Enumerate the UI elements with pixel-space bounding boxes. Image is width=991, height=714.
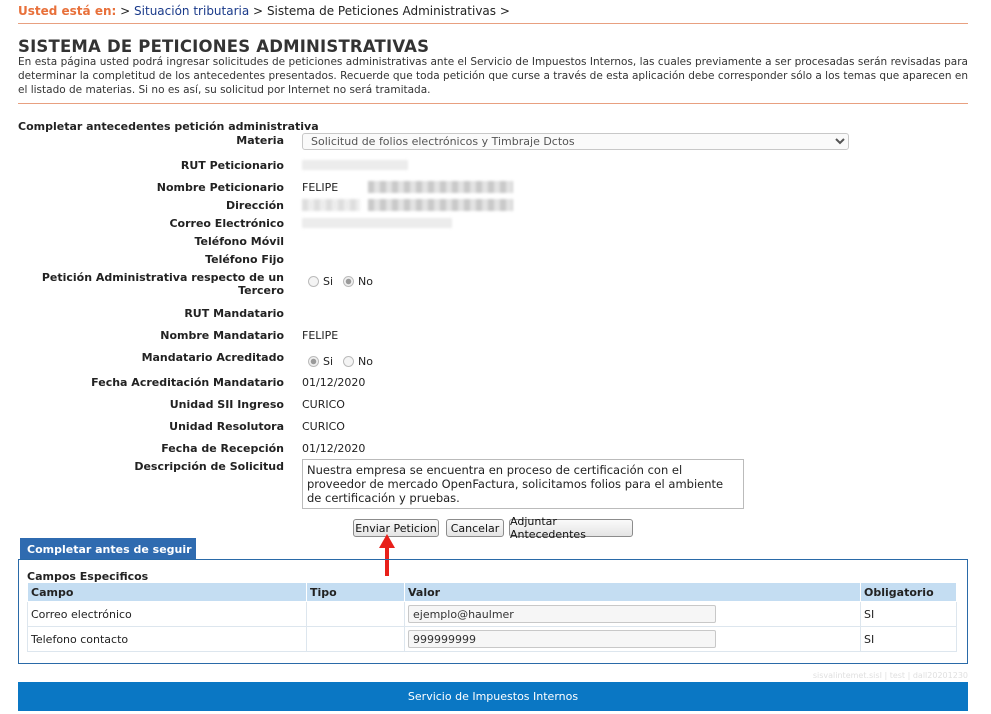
- direccion-label: Dirección: [226, 199, 284, 212]
- materia-select[interactable]: Solicitud de folios electrónicos y Timbr…: [302, 133, 849, 150]
- valor-cell: [404, 626, 861, 652]
- tab-completar-antes-de-seguir[interactable]: Completar antes de seguir: [20, 538, 196, 560]
- campo-cell: Correo electrónico: [27, 601, 307, 627]
- footer-bar: Servicio de Impuestos Internos: [18, 682, 968, 711]
- direccion-redacted-2: [368, 199, 513, 211]
- table-row: Correo electrónico SI: [27, 601, 957, 627]
- correo-label: Correo Electrónico: [169, 217, 284, 230]
- descripcion-textarea[interactable]: Nuestra empresa se encuentra en proceso …: [302, 459, 744, 509]
- obligatorio-cell: SI: [860, 626, 957, 652]
- adjuntar-antecedentes-button[interactable]: Adjuntar Antecedentes: [509, 515, 633, 541]
- nombre-peticionario-redacted: [368, 181, 513, 193]
- fecha-acreditacion-value: 01/12/2020: [302, 376, 366, 389]
- tercero-radio-no-label: No: [358, 275, 374, 288]
- tercero-label-line2: Tercero: [238, 284, 284, 297]
- breadcrumb-current: Sistema de Peticiones Administrativas: [266, 4, 497, 18]
- rut-peticionario-label: RUT Peticionario: [180, 159, 284, 172]
- correo-redacted: [302, 218, 452, 228]
- col-obligatorio-header: Obligatorio: [860, 582, 957, 602]
- obligatorio-cell: SI: [860, 601, 957, 627]
- nombre-peticionario-label: Nombre Peticionario: [156, 181, 284, 194]
- nombre-mandatario-label: Nombre Mandatario: [160, 329, 284, 342]
- tercero-label-line1: Petición Administrativa respecto de un: [41, 271, 284, 284]
- breadcrumb-link-situacion-tributaria[interactable]: Situación tributaria: [134, 4, 249, 18]
- descripcion-label: Descripción de Solicitud: [134, 460, 284, 473]
- tipo-cell: [306, 626, 405, 652]
- tercero-radio-si[interactable]: [308, 276, 319, 287]
- mandatario-radio-group: Si No: [308, 355, 373, 368]
- fecha-recepcion-value: 01/12/2020: [302, 442, 366, 455]
- fecha-acreditacion-label: Fecha Acreditación Mandatario: [91, 376, 284, 389]
- telefono-fijo-label: Teléfono Fijo: [205, 253, 284, 266]
- tipo-cell: [306, 601, 405, 627]
- form-section-title: Completar antecedentes petición administ…: [18, 120, 319, 133]
- footer-text: Servicio de Impuestos Internos: [407, 690, 579, 703]
- nombre-peticionario-value: FELIPE: [302, 181, 339, 194]
- tercero-radio-group: Si No: [308, 275, 373, 288]
- breadcrumb-separator: >: [253, 4, 264, 18]
- mandatario-radio-no[interactable]: [343, 356, 355, 367]
- campo-cell: Telefono contacto: [27, 626, 307, 652]
- table-row: Telefono contacto SI: [27, 626, 957, 652]
- mandatario-radio-no-label: No: [358, 355, 374, 368]
- mandatario-radio-si[interactable]: [308, 356, 319, 367]
- tercero-label: Petición Administrativa respecto de un T…: [14, 271, 284, 297]
- telefono-movil-label: Teléfono Móvil: [194, 235, 284, 248]
- col-valor-header: Valor: [404, 582, 861, 602]
- col-tipo-header: Tipo: [306, 582, 405, 602]
- fecha-recepcion-label: Fecha de Recepción: [161, 442, 284, 455]
- direccion-redacted-1: [302, 199, 360, 211]
- unidad-ingreso-value: CURICO: [302, 398, 345, 411]
- breadcrumb-prefix: Usted está en:: [18, 4, 117, 18]
- table-header-row: Campo Tipo Valor Obligatorio: [27, 582, 957, 602]
- breadcrumb-separator: >: [120, 4, 131, 18]
- mandatario-acreditado-label: Mandatario Acreditado: [141, 351, 284, 364]
- top-divider: [18, 23, 968, 24]
- unidad-resolutora-value: CURICO: [302, 420, 345, 433]
- page-title: SISTEMA DE PETICIONES ADMINISTRATIVAS: [18, 37, 430, 56]
- campos-especificos-table: Campo Tipo Valor Obligatorio Correo elec…: [27, 582, 957, 652]
- cancelar-button[interactable]: Cancelar: [446, 519, 504, 537]
- tercero-radio-no[interactable]: [343, 276, 355, 287]
- unidad-resolutora-label: Unidad Resolutora: [169, 420, 284, 433]
- tercero-radio-si-label: Si: [323, 275, 334, 288]
- mandatario-radio-si-label: Si: [323, 355, 334, 368]
- rut-mandatario-label: RUT Mandatario: [184, 307, 284, 320]
- page-intro: En esta página usted podrá ingresar soli…: [18, 56, 968, 96]
- breadcrumb-separator: >: [499, 4, 510, 18]
- correo-contacto-input[interactable]: [408, 605, 716, 623]
- materia-label: Materia: [236, 134, 284, 147]
- unidad-ingreso-label: Unidad SII Ingreso: [169, 398, 284, 411]
- rut-peticionario-redacted: [302, 160, 408, 170]
- valor-cell: [404, 601, 861, 627]
- telefono-contacto-input[interactable]: [408, 630, 716, 648]
- col-campo-header: Campo: [27, 582, 307, 602]
- intro-divider: [18, 103, 968, 104]
- breadcrumb: Usted está en: > Situación tributaria > …: [18, 4, 510, 18]
- nombre-mandatario-value: FELIPE: [302, 329, 339, 342]
- version-watermark: sisvalintemet.sisI | test | dall20201230: [812, 671, 968, 680]
